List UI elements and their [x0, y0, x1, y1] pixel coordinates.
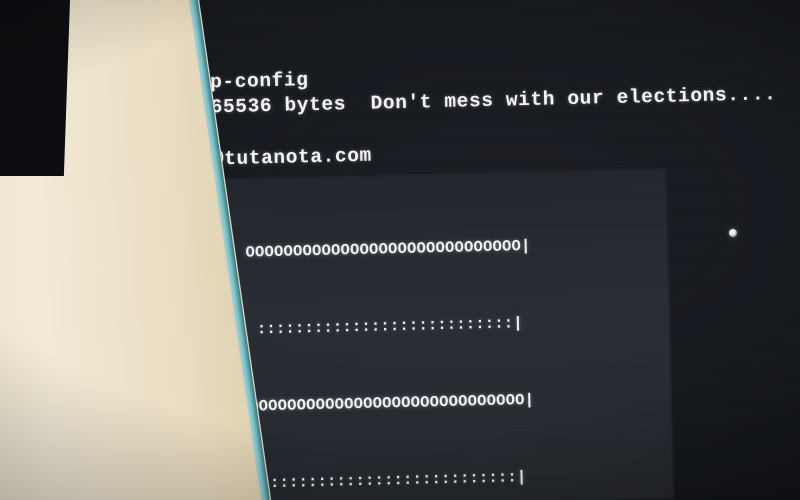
- bezel-corner-mask: [0, 0, 71, 176]
- monitor-photo: Switch#sho st Switch#sho sta Switch#sho …: [0, 0, 800, 500]
- dust-speck: [729, 229, 737, 237]
